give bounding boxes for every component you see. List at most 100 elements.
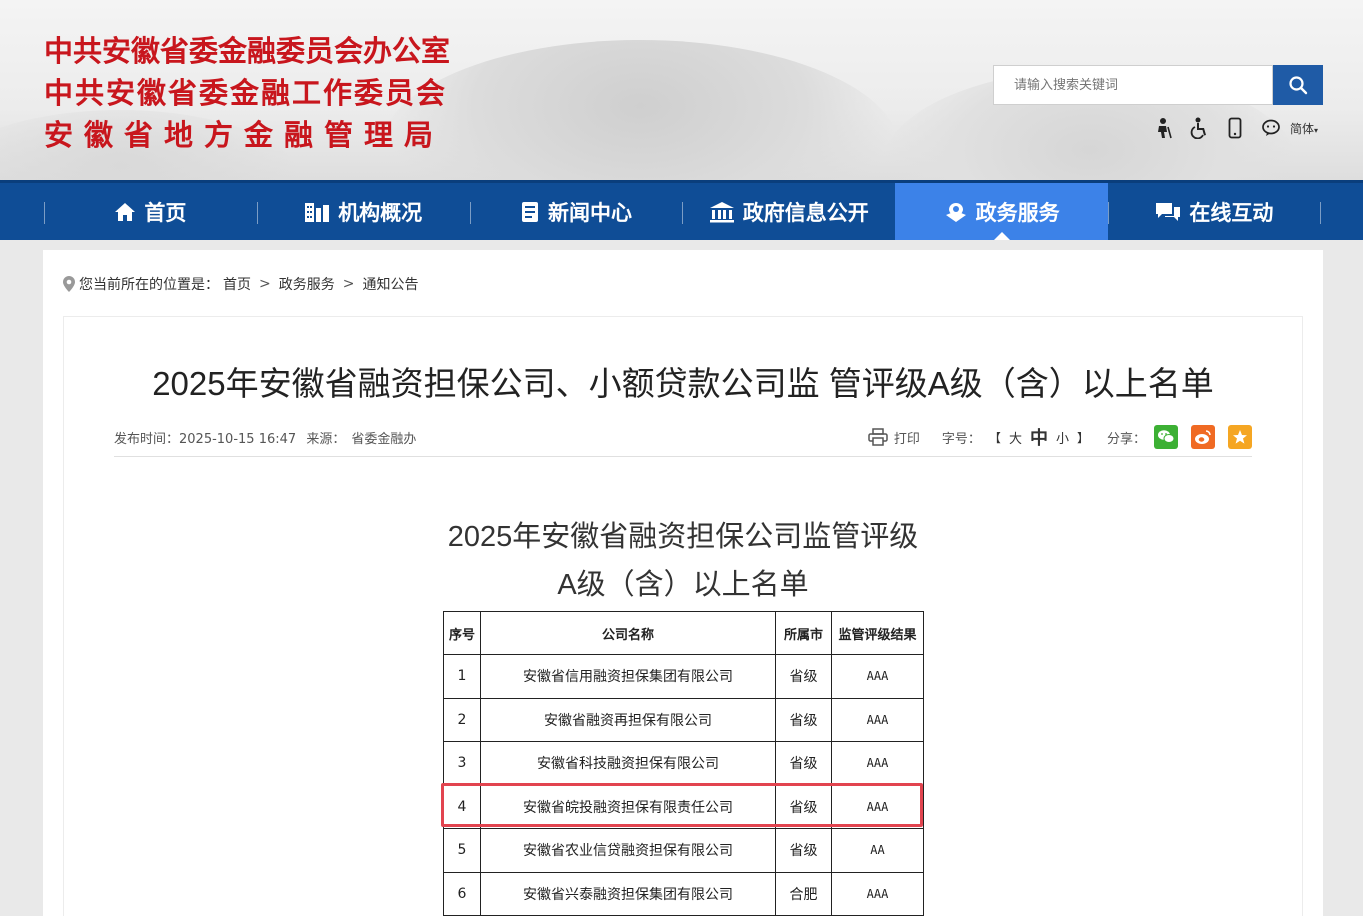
site-title-line-2: 中共安徽省委金融工作委员会 xyxy=(44,76,448,110)
document-title-line-2: A级（含）以上名单 xyxy=(557,569,809,601)
nav-item-gov-service[interactable]: 政务服务 xyxy=(895,183,1108,240)
table-header-cell: 公司名称 xyxy=(480,611,776,655)
city: 省级 xyxy=(775,654,832,699)
breadcrumb-gov-service[interactable]: 政务服务 xyxy=(279,274,335,294)
row-index: 6 xyxy=(443,871,481,916)
publish-time: 2025-10-15 16:47 xyxy=(179,432,297,447)
row-index: 3 xyxy=(443,741,481,786)
accessibility-icon[interactable] xyxy=(1188,116,1210,140)
company-name: 安徽省兴泰融资担保集团有限公司 xyxy=(480,871,776,916)
rating: AAA xyxy=(831,741,924,786)
print-button[interactable]: 打印 xyxy=(868,428,920,447)
language-switch[interactable]: 简体▾ xyxy=(1290,120,1318,137)
font-size-medium[interactable]: 中 xyxy=(1030,424,1048,450)
company-name: 安徽省农业信贷融资担保有限公司 xyxy=(480,828,776,873)
site-title-line-3: 安徽省地方金融管理局 xyxy=(44,118,445,152)
building-icon xyxy=(305,202,330,222)
font-size-small[interactable]: 小 xyxy=(1056,428,1069,447)
table-row: 2 安徽省融资再担保有限公司 省级 AAA xyxy=(443,697,924,742)
rating: AA xyxy=(831,828,924,873)
article-meta: 发布时间：2025-10-15 16:47 来源： 省委金融办 打印 字号： 【 … xyxy=(114,423,1252,457)
site-title-line-1: 中共安徽省委金融委员会办公室 xyxy=(44,34,451,68)
rating: AAA xyxy=(831,871,924,916)
article: 2025年安徽省融资担保公司、小额贷款公司监 管评级A级（含）以上名单 发布时间… xyxy=(63,316,1303,916)
table-row: 1 安徽省信用融资担保集团有限公司 省级 AAA xyxy=(443,654,924,699)
company-name: 安徽省融资再担保有限公司 xyxy=(480,697,776,742)
star-icon xyxy=(1233,430,1247,444)
mobile-icon[interactable] xyxy=(1224,116,1246,140)
city: 省级 xyxy=(775,741,832,786)
document-title: 2025年安徽省融资担保公司监管评级 A级（含）以上名单 xyxy=(64,513,1302,609)
share-weibo-button[interactable] xyxy=(1191,425,1215,449)
city: 省级 xyxy=(775,697,832,742)
table-row-highlighted: 4 安徽省皖投融资担保有限责任公司 省级 AAA xyxy=(443,784,924,829)
nav-item-organization[interactable]: 机构概况 xyxy=(256,183,470,240)
site-title[interactable]: 中共安徽省委金融委员会办公室 中共安徽省委金融工作委员会 安徽省地方金融管理局 xyxy=(44,30,450,156)
wechat-icon xyxy=(1158,430,1175,443)
table-header-cell: 监管评级结果 xyxy=(831,611,924,655)
font-bracket-close: 】 xyxy=(1076,430,1089,445)
table-row: 3 安徽省科技融资担保有限公司 省级 AAA xyxy=(443,741,924,786)
rating: AAA xyxy=(831,654,924,699)
chat-icon xyxy=(1156,202,1181,221)
background-mountain xyxy=(380,40,900,180)
font-size-large[interactable]: 大 xyxy=(1009,428,1022,447)
city: 省级 xyxy=(775,828,832,873)
rating: AAA xyxy=(831,784,924,829)
font-bracket-open: 【 xyxy=(988,430,1001,445)
government-icon xyxy=(709,201,734,222)
elderly-mode-icon[interactable] xyxy=(1152,116,1174,140)
wechat-icon[interactable] xyxy=(1260,116,1282,140)
city: 合肥 xyxy=(775,871,832,916)
article-tools: 打印 字号： 【 大 中 小 】 分享： xyxy=(868,423,1252,451)
chevron-down-icon: ▾ xyxy=(1314,125,1319,135)
publish-label: 发布时间： xyxy=(114,432,180,447)
table-header-row: 序号 公司名称 所属市 监管评级结果 xyxy=(443,611,924,655)
nav-item-news[interactable]: 新闻中心 xyxy=(469,183,683,240)
company-name: 安徽省信用融资担保集团有限公司 xyxy=(480,654,776,699)
breadcrumb-separator: > xyxy=(342,276,355,292)
article-meta-info: 发布时间：2025-10-15 16:47 来源： 省委金融办 xyxy=(114,428,422,447)
row-index: 2 xyxy=(443,697,481,742)
breadcrumb-notices[interactable]: 通知公告 xyxy=(362,274,418,294)
search-button[interactable] xyxy=(1273,65,1323,105)
source-label: 来源： xyxy=(306,432,346,447)
content-wrapper: 您当前所在的位置是： 首页 > 政务服务 > 通知公告 2025年安徽省融资担保… xyxy=(43,250,1323,916)
city: 省级 xyxy=(775,784,832,829)
breadcrumb: 您当前所在的位置是： 首页 > 政务服务 > 通知公告 xyxy=(63,274,418,294)
main-nav: 首页 机构概况 新闻中心 政府信息公开 政务服务 在线互动 xyxy=(0,180,1363,240)
share-favorite-button[interactable] xyxy=(1228,425,1252,449)
source: 省委金融办 xyxy=(351,432,417,447)
location-pin-icon xyxy=(63,276,75,292)
table-header-cell: 序号 xyxy=(443,611,481,655)
company-name: 安徽省科技融资担保有限公司 xyxy=(480,741,776,786)
site-header: 中共安徽省委金融委员会办公室 中共安徽省委金融工作委员会 安徽省地方金融管理局 xyxy=(0,0,1363,180)
company-name: 安徽省皖投融资担保有限责任公司 xyxy=(480,784,776,829)
breadcrumb-prefix: 您当前所在的位置是： xyxy=(79,277,219,293)
row-index: 4 xyxy=(443,784,481,829)
printer-icon xyxy=(868,428,888,446)
breadcrumb-separator: > xyxy=(259,276,271,292)
home-icon xyxy=(115,202,136,221)
article-title: 2025年安徽省融资担保公司、小额贷款公司监 管评级A级（含）以上名单 xyxy=(152,365,1214,402)
toolbar-icons: 简体▾ xyxy=(1152,116,1318,140)
row-index: 1 xyxy=(443,654,481,699)
search-icon xyxy=(1289,76,1308,95)
breadcrumb-home[interactable]: 首页 xyxy=(223,274,251,294)
search-input[interactable] xyxy=(993,65,1273,105)
rating: AAA xyxy=(831,697,924,742)
document-title-line-1: 2025年安徽省融资担保公司监管评级 xyxy=(447,521,919,553)
share-wechat-button[interactable] xyxy=(1154,425,1178,449)
table-row: 5 安徽省农业信贷融资担保有限公司 省级 AA xyxy=(443,828,924,873)
rating-table: 序号 公司名称 所属市 监管评级结果 1 安徽省信用融资担保集团有限公司 省级 … xyxy=(443,611,924,916)
news-icon xyxy=(521,201,538,222)
nav-item-gov-info[interactable]: 政府信息公开 xyxy=(682,183,895,240)
weibo-icon xyxy=(1195,430,1211,444)
table-row: 6 安徽省兴泰融资担保集团有限公司 合肥 AAA xyxy=(443,871,924,916)
nav-item-online-interaction[interactable]: 在线互动 xyxy=(1107,183,1321,240)
service-icon xyxy=(945,202,966,222)
font-size-label: 字号： xyxy=(941,431,981,447)
share-label: 分享： xyxy=(1106,431,1146,447)
row-index: 5 xyxy=(443,828,481,873)
nav-item-home[interactable]: 首页 xyxy=(44,183,257,240)
